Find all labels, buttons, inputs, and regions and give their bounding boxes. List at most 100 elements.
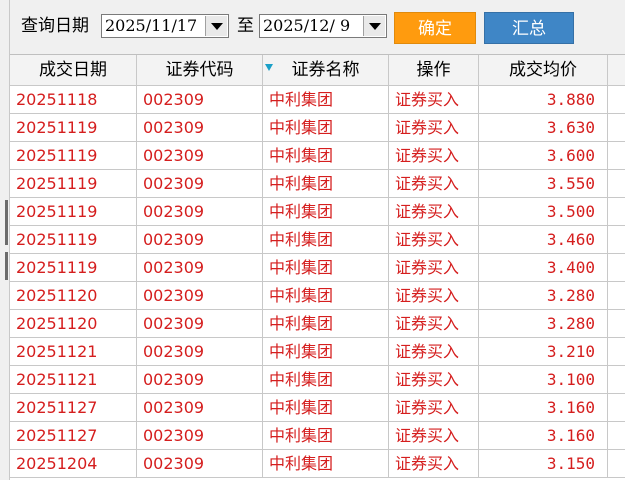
trade-date-cell: 20251119 (10, 142, 137, 169)
trade-date-cell: 20251118 (10, 86, 137, 113)
end-date-picker[interactable]: 2025/12/ 9 (259, 14, 387, 38)
average-price-cell: 3.100 (479, 366, 608, 393)
table-row[interactable]: 20251127 002309 中利集团 证券买入 3.160 (10, 422, 625, 450)
table-row[interactable]: 20251204 002309 中利集团 证券买入 3.150 (10, 450, 625, 478)
start-date-picker[interactable]: 2025/11/17 (101, 14, 229, 38)
column-header-security-code[interactable]: 证券代码 (137, 55, 263, 85)
table-row[interactable]: 20251118 002309 中利集团 证券买入 3.880 (10, 86, 625, 114)
query-toolbar: 查询日期 2025/11/17 至 2025/12/ 9 确定 汇总 (10, 0, 625, 55)
trade-date-cell: 20251120 (10, 282, 137, 309)
summary-button[interactable]: 汇总 (484, 12, 574, 44)
security-name-cell: 中利集团 (263, 450, 389, 477)
start-date-value: 2025/11/17 (105, 16, 198, 35)
trade-date-cell: 20251119 (10, 254, 137, 281)
table-row[interactable]: 20251121 002309 中利集团 证券买入 3.210 (10, 338, 625, 366)
table-row[interactable]: 20251127 002309 中利集团 证券买入 3.160 (10, 394, 625, 422)
table-row[interactable]: 20251120 002309 中利集团 证券买入 3.280 (10, 282, 625, 310)
operation-cell: 证券买入 (389, 338, 479, 365)
security-name-cell: 中利集团 (263, 422, 389, 449)
average-price-cell: 3.160 (479, 394, 608, 421)
confirm-button[interactable]: 确定 (394, 12, 476, 44)
table-row[interactable]: 20251119 002309 中利集团 证券买入 3.600 (10, 142, 625, 170)
column-header-security-name[interactable]: 证券名称 (263, 55, 389, 85)
security-code-cell: 002309 (137, 142, 263, 169)
trade-date-cell: 20251119 (10, 114, 137, 141)
average-price-cell: 3.280 (479, 282, 608, 309)
trade-date-cell: 20251120 (10, 310, 137, 337)
average-price-cell: 3.600 (479, 142, 608, 169)
operation-cell: 证券买入 (389, 422, 479, 449)
end-date-value: 2025/12/ 9 (263, 16, 351, 35)
trade-date-cell: 20251204 (10, 450, 137, 477)
average-price-cell: 3.500 (479, 198, 608, 225)
sort-indicator-icon (265, 64, 273, 71)
average-price-cell: 3.630 (479, 114, 608, 141)
average-price-cell: 3.460 (479, 226, 608, 253)
security-code-cell: 002309 (137, 198, 263, 225)
operation-cell: 证券买入 (389, 142, 479, 169)
trade-date-cell: 20251119 (10, 198, 137, 225)
operation-cell: 证券买入 (389, 310, 479, 337)
security-code-cell: 002309 (137, 114, 263, 141)
security-name-cell: 中利集团 (263, 338, 389, 365)
operation-cell: 证券买入 (389, 114, 479, 141)
splitter-handle-top[interactable] (5, 200, 8, 245)
security-name-cell: 中利集团 (263, 142, 389, 169)
average-price-cell: 3.400 (479, 254, 608, 281)
security-code-cell: 002309 (137, 394, 263, 421)
query-date-label: 查询日期 (21, 16, 89, 36)
security-code-cell: 002309 (137, 254, 263, 281)
average-price-cell: 3.550 (479, 170, 608, 197)
trade-date-cell: 20251119 (10, 226, 137, 253)
operation-cell: 证券买入 (389, 366, 479, 393)
trade-date-cell: 20251121 (10, 338, 137, 365)
security-name-cell: 中利集团 (263, 366, 389, 393)
table-row[interactable]: 20251119 002309 中利集团 证券买入 3.460 (10, 226, 625, 254)
security-name-cell: 中利集团 (263, 198, 389, 225)
security-code-cell: 002309 (137, 282, 263, 309)
splitter-handle-bottom[interactable] (5, 252, 8, 280)
average-price-cell: 3.880 (479, 86, 608, 113)
table-row[interactable]: 20251121 002309 中利集团 证券买入 3.100 (10, 366, 625, 394)
operation-cell: 证券买入 (389, 282, 479, 309)
security-code-cell: 002309 (137, 226, 263, 253)
table-row[interactable]: 20251119 002309 中利集团 证券买入 3.550 (10, 170, 625, 198)
security-code-cell: 002309 (137, 310, 263, 337)
table-row[interactable]: 20251119 002309 中利集团 证券买入 3.630 (10, 114, 625, 142)
operation-cell: 证券买入 (389, 394, 479, 421)
average-price-cell: 3.160 (479, 422, 608, 449)
operation-cell: 证券买入 (389, 450, 479, 477)
security-name-cell: 中利集团 (263, 282, 389, 309)
operation-cell: 证券买入 (389, 170, 479, 197)
operation-cell: 证券买入 (389, 254, 479, 281)
security-name-cell: 中利集团 (263, 310, 389, 337)
to-label: 至 (237, 16, 254, 36)
trade-date-cell: 20251127 (10, 394, 137, 421)
table-row[interactable]: 20251119 002309 中利集团 证券买入 3.500 (10, 198, 625, 226)
table-row[interactable]: 20251119 002309 中利集团 证券买入 3.400 (10, 254, 625, 282)
security-code-cell: 002309 (137, 170, 263, 197)
left-panel-edge (0, 0, 10, 480)
column-header-operation[interactable]: 操作 (389, 55, 479, 85)
table-row[interactable]: 20251120 002309 中利集团 证券买入 3.280 (10, 310, 625, 338)
security-name-cell: 中利集团 (263, 114, 389, 141)
column-header-trade-date[interactable]: 成交日期 (10, 55, 137, 85)
chevron-down-icon[interactable] (363, 16, 385, 36)
column-header-average-price[interactable]: 成交均价 (479, 55, 608, 85)
security-name-cell: 中利集团 (263, 394, 389, 421)
security-name-cell: 中利集团 (263, 226, 389, 253)
trade-date-cell: 20251127 (10, 422, 137, 449)
security-code-cell: 002309 (137, 450, 263, 477)
operation-cell: 证券买入 (389, 198, 479, 225)
trade-date-cell: 20251119 (10, 170, 137, 197)
security-name-cell: 中利集团 (263, 86, 389, 113)
security-code-cell: 002309 (137, 86, 263, 113)
chevron-down-icon[interactable] (205, 16, 227, 36)
operation-cell: 证券买入 (389, 226, 479, 253)
security-code-cell: 002309 (137, 338, 263, 365)
trade-date-cell: 20251121 (10, 366, 137, 393)
average-price-cell: 3.210 (479, 338, 608, 365)
security-code-cell: 002309 (137, 422, 263, 449)
operation-cell: 证券买入 (389, 86, 479, 113)
average-price-cell: 3.150 (479, 450, 608, 477)
